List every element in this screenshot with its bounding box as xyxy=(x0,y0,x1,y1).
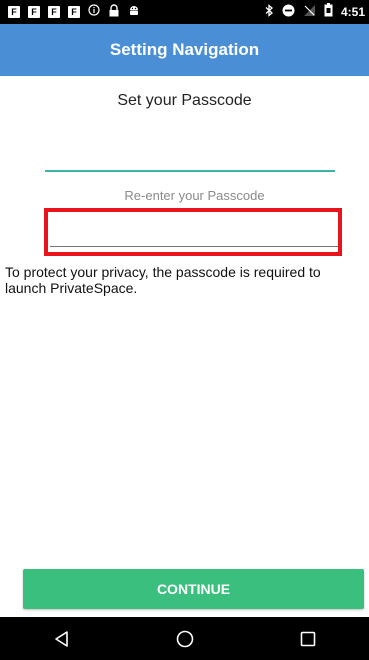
notification-f-icon: F xyxy=(8,6,20,18)
no-signal-icon xyxy=(303,4,316,21)
home-icon[interactable] xyxy=(155,617,215,660)
info-circle-icon xyxy=(88,4,100,20)
screen: F F F F 4:51 Setting Navigation Set your… xyxy=(0,0,369,660)
bluetooth-icon xyxy=(264,3,274,21)
continue-button[interactable]: CONTINUE xyxy=(23,569,364,609)
reenter-passcode-label: Re-enter your Passcode xyxy=(124,188,265,203)
recents-icon[interactable] xyxy=(278,617,338,660)
navigation-bar xyxy=(0,617,369,660)
status-time: 4:51 xyxy=(340,5,365,19)
app-bar: Setting Navigation xyxy=(0,24,369,76)
status-left-icons: F F F F xyxy=(8,3,140,21)
battery-icon xyxy=(324,3,333,21)
app-title: Setting Navigation xyxy=(109,40,260,59)
status-right-icons: 4:51 xyxy=(264,3,365,21)
notification-f-icon: F xyxy=(28,6,40,18)
set-passcode-title: Set your Passcode xyxy=(117,92,252,109)
privacy-notice-text: To protect your privacy, the passcode is… xyxy=(5,264,321,296)
back-icon[interactable] xyxy=(32,617,92,660)
notification-f-icon: F xyxy=(68,6,80,18)
android-icon xyxy=(128,4,140,20)
do-not-disturb-icon xyxy=(282,4,295,21)
lock-icon xyxy=(108,3,120,21)
reenter-passcode-input[interactable] xyxy=(50,213,338,247)
passcode-input[interactable] xyxy=(45,136,335,172)
status-bar: F F F F 4:51 xyxy=(0,0,369,24)
notification-f-icon: F xyxy=(48,6,60,18)
